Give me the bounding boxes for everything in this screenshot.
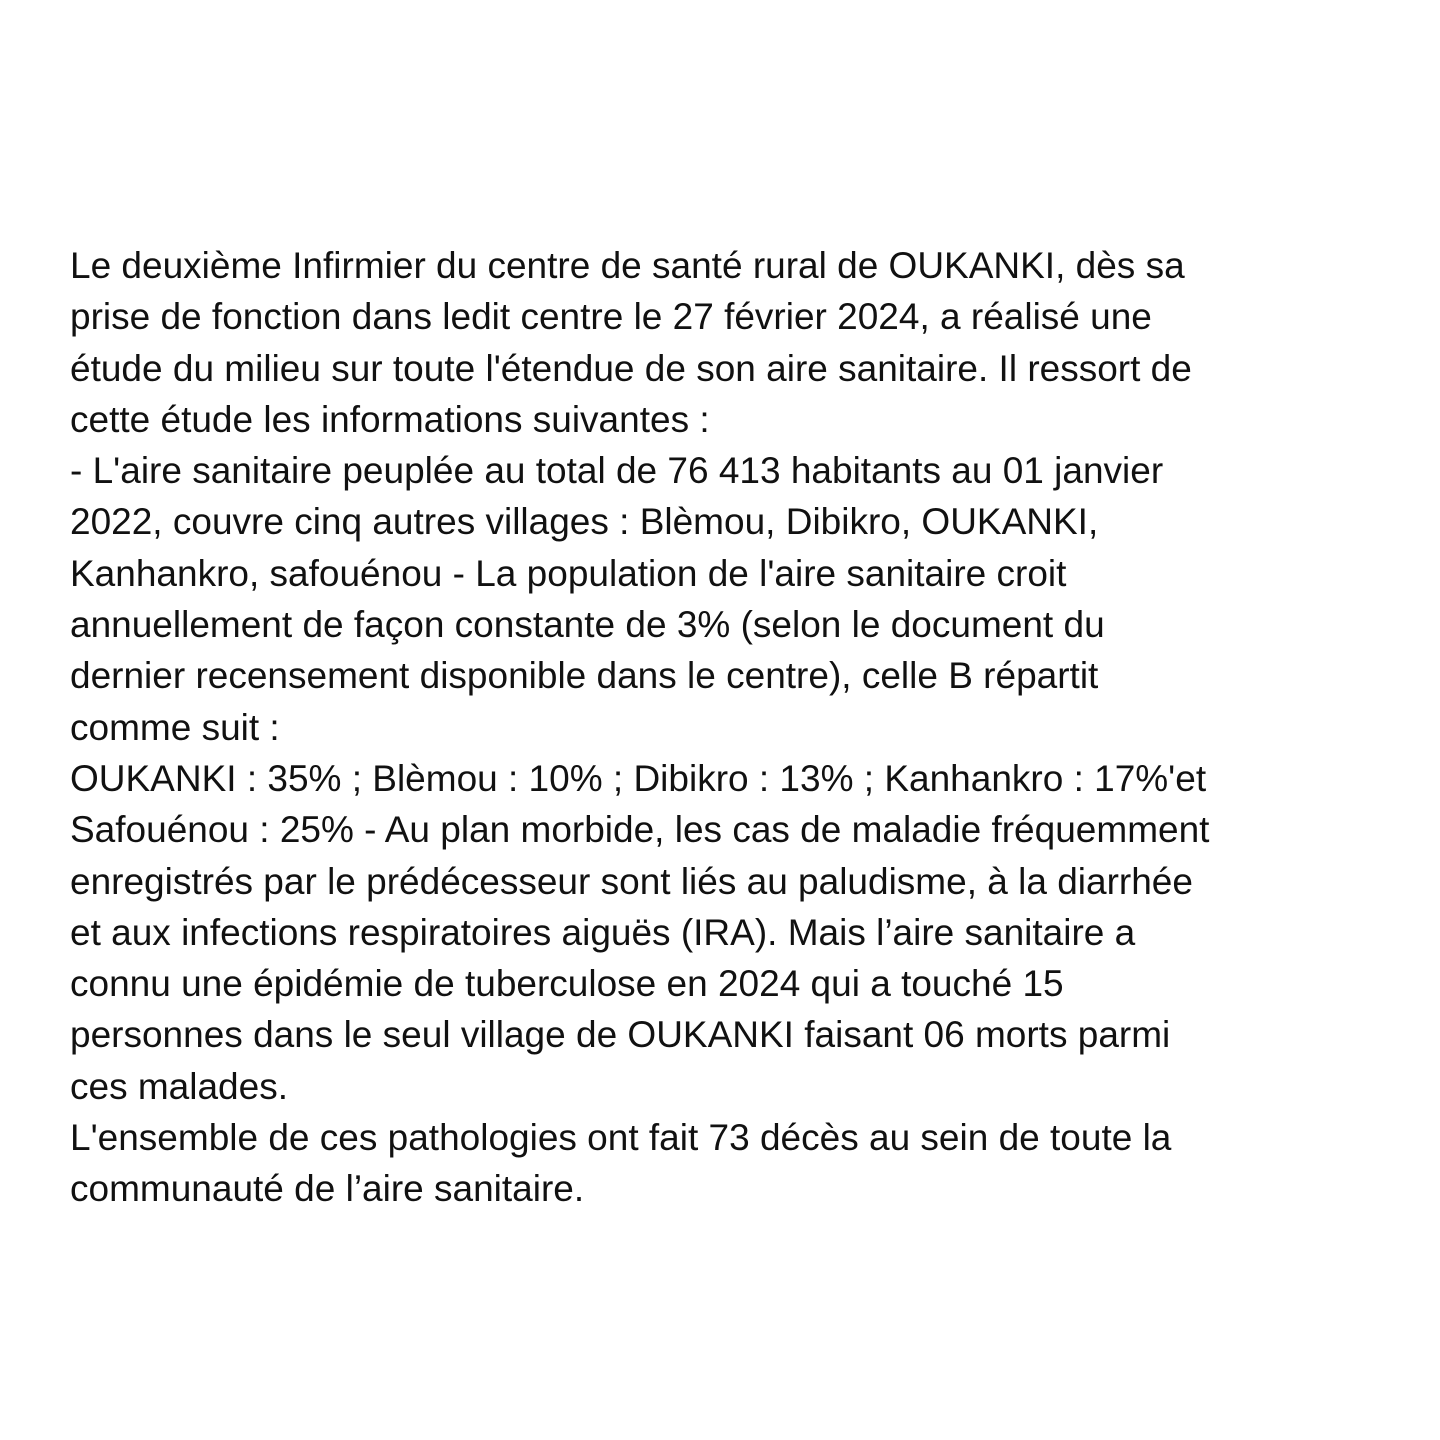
text-line: - L'aire sanitaire peuplée au total de 7…	[70, 450, 1164, 492]
text-line: Kanhankro, safouénou - La population de …	[70, 552, 1067, 594]
text-line: Le deuxième Infirmier du centre de santé…	[70, 245, 1185, 286]
text-line: Safouénou : 25% - Au plan morbide, les c…	[70, 809, 1210, 851]
text-line: connu une épidémie de tuberculose en 202…	[70, 963, 1064, 1005]
text-line: prise de fonction dans ledit centre le 2…	[70, 296, 1152, 338]
text-line: comme suit :	[70, 706, 280, 748]
text-line: 2022, couvre cinq autres villages : Blèm…	[70, 501, 1099, 543]
text-line: annuellement de façon constante de 3% (s…	[70, 604, 1105, 646]
text-line: OUKANKI : 35% ; Blèmou : 10% ; Dibikro :…	[70, 757, 1207, 799]
text-line: dernier recensement disponible dans le c…	[70, 655, 1099, 697]
text-line: enregistrés par le prédécesseur sont lié…	[70, 860, 1193, 902]
text-line: communauté de l’aire sanitaire.	[70, 1168, 585, 1210]
text-line: ces malades.	[70, 1065, 288, 1107]
text-line: personnes dans le seul village de OUKANK…	[70, 1014, 1171, 1056]
text-line: étude du milieu sur toute l'étendue de s…	[70, 347, 1192, 389]
text-line: et aux infections respiratoires aiguës (…	[70, 911, 1136, 953]
text-line: cette étude les informations suivantes :	[70, 398, 710, 440]
document-text: Le deuxième Infirmier du centre de santé…	[70, 240, 1380, 1215]
text-line: L'ensemble de ces pathologies ont fait 7…	[70, 1117, 1172, 1159]
